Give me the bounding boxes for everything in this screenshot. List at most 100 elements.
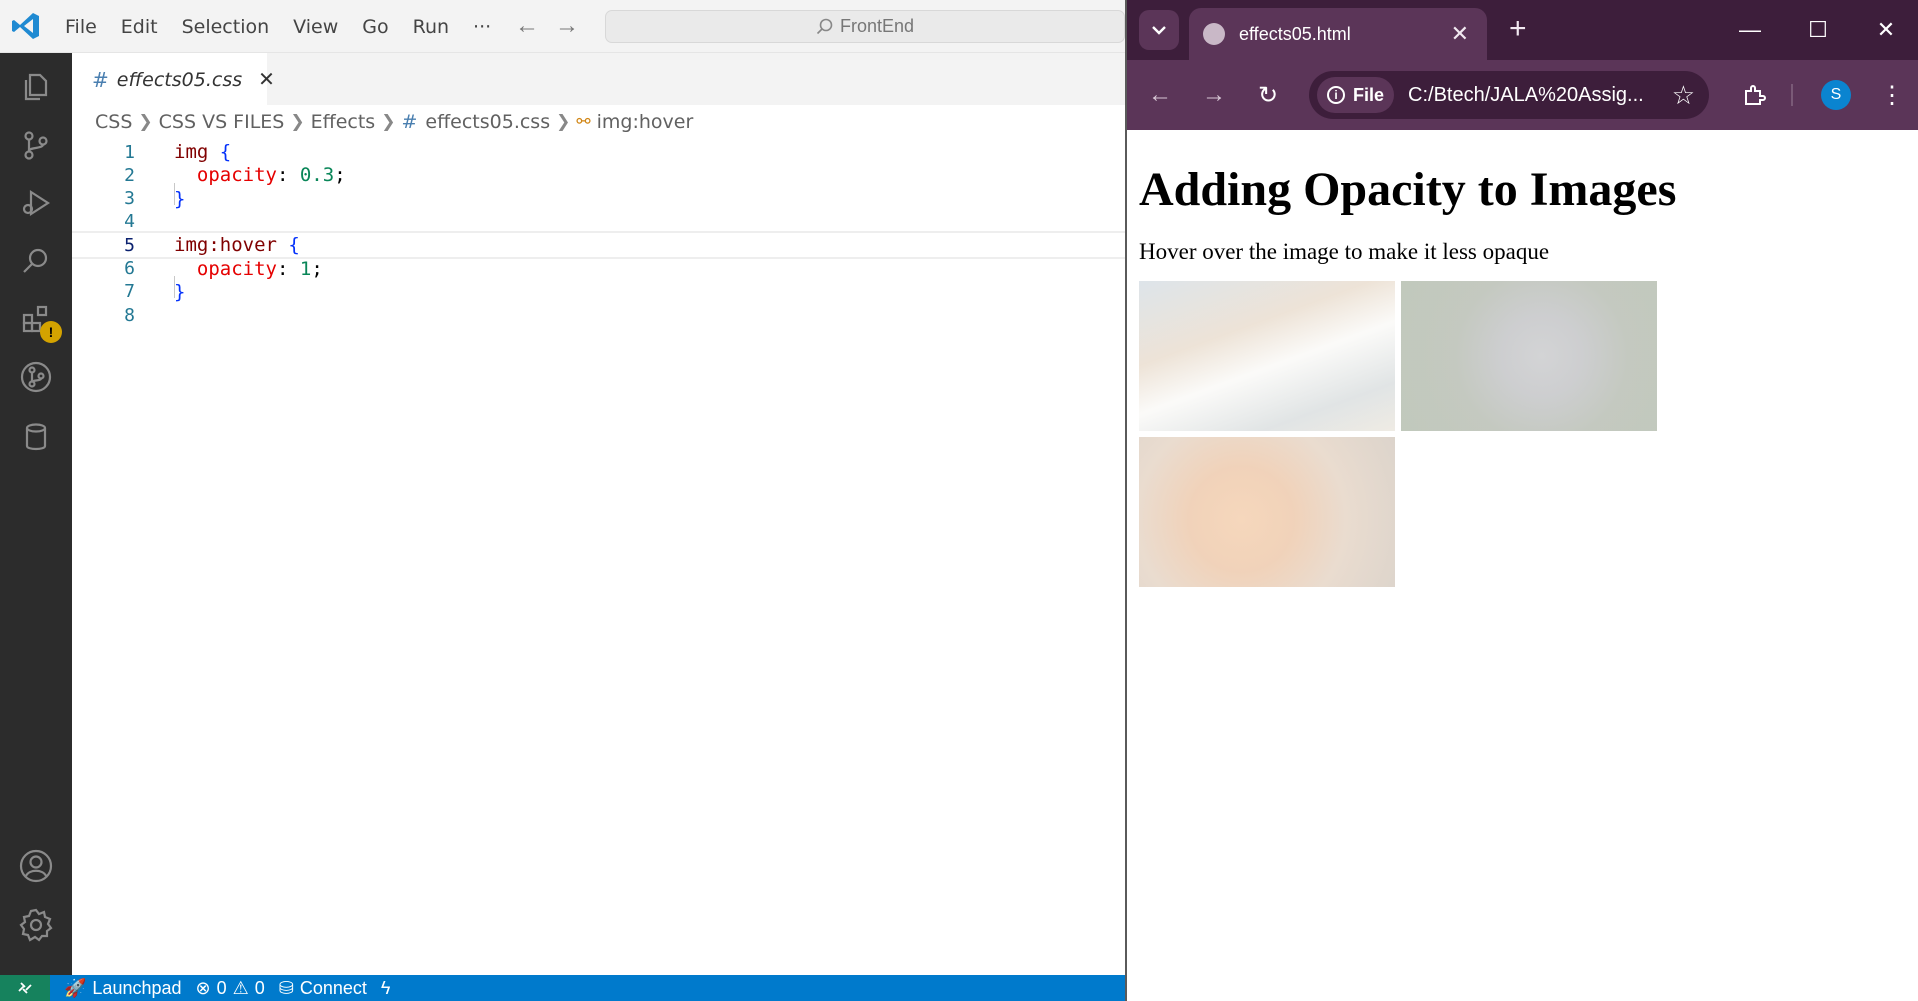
- close-window-icon[interactable]: ✕: [1852, 0, 1918, 60]
- forward-button-icon[interactable]: →: [1197, 78, 1231, 112]
- line-number: 6: [124, 258, 135, 279]
- tab-close-icon[interactable]: ✕: [1451, 21, 1469, 47]
- browser-tab-title: effects05.html: [1239, 23, 1351, 44]
- menu-item[interactable]: Selection: [170, 16, 282, 38]
- address-bar[interactable]: i File C:/Btech/JALA%20Assig... ☆: [1309, 71, 1709, 119]
- breadcrumb-item[interactable]: img:hover: [597, 111, 694, 133]
- remote-indicator[interactable]: [0, 975, 50, 1001]
- menu-item[interactable]: ···: [461, 16, 503, 38]
- reload-icon[interactable]: ↻: [1251, 78, 1285, 112]
- command-center-label: FrontEnd: [839, 16, 915, 36]
- line-number: 1: [124, 141, 135, 163]
- code-token: {: [219, 141, 232, 163]
- code-token: img: [174, 141, 209, 163]
- chevron-right-icon: ❯: [290, 112, 305, 132]
- extensions-puzzle-icon[interactable]: [1737, 78, 1771, 112]
- connect-status[interactable]: ⛁ Connect: [279, 978, 367, 999]
- tab-search-button[interactable]: [1139, 10, 1179, 50]
- connect-label: Connect: [299, 977, 367, 998]
- desktop: File Edit Selection View Go Run ··· ← → FrontE…: [0, 0, 1918, 1001]
- account-icon[interactable]: [14, 844, 58, 888]
- menu-item[interactable]: View: [281, 16, 350, 38]
- back-button-icon[interactable]: ←: [1143, 78, 1177, 112]
- error-icon: ⊗: [195, 977, 211, 998]
- lightning-icon: ϟ: [380, 977, 391, 998]
- menu-item[interactable]: Run: [401, 16, 461, 38]
- code-token: }: [174, 280, 186, 303]
- web-page-content: Adding Opacity to Images Hover over the …: [1139, 130, 1899, 587]
- warning-badge-icon: !: [40, 321, 62, 343]
- toolbar-divider: [1791, 84, 1793, 106]
- chevron-right-icon: ❯: [556, 112, 571, 132]
- line-number: 4: [124, 211, 135, 233]
- profile-avatar[interactable]: S: [1821, 80, 1851, 110]
- menu-item[interactable]: Go: [350, 16, 400, 38]
- minimize-icon[interactable]: —: [1716, 0, 1784, 60]
- explorer-icon[interactable]: [14, 65, 58, 109]
- code-text: }: [174, 188, 185, 210]
- code-text: opacity: 1;: [174, 258, 323, 280]
- code-line[interactable]: 8: [72, 301, 1125, 329]
- breadcrumb-item[interactable]: CSS: [95, 111, 132, 133]
- editor-tab-bar: # effects05.css ✕: [72, 53, 1125, 105]
- command-center-search[interactable]: FrontEnd: [605, 10, 1125, 43]
- code-token: opacity: [196, 164, 277, 187]
- css-selector-icon: ⚯: [576, 112, 591, 132]
- line-number: 2: [124, 164, 135, 186]
- chrome-window: effects05.html ✕ + — ☐ ✕ ← → ↻ i File C:…: [1125, 0, 1918, 1001]
- chevron-down-icon: [1152, 26, 1166, 35]
- problems-status[interactable]: ⊗ 0 ⚠ 0: [196, 978, 265, 999]
- database-icon[interactable]: [14, 415, 58, 459]
- bookmark-star-icon[interactable]: ☆: [1672, 80, 1695, 111]
- site-info-chip[interactable]: i File: [1317, 77, 1395, 113]
- code-editor[interactable]: 1 img {2 opacity: 0.3; 3} 4 5 img:hover {6 op…: [72, 138, 1125, 975]
- maximize-icon[interactable]: ☐: [1784, 0, 1852, 60]
- breadcrumb-item[interactable]: effects05.css: [425, 111, 550, 133]
- more-menu-icon[interactable]: ⋮: [1875, 78, 1909, 112]
- launchpad-label: Launchpad: [92, 977, 182, 998]
- tab-label: effects05.css: [116, 68, 243, 91]
- search-sidebar-icon[interactable]: [14, 239, 58, 283]
- line-number: 8: [124, 304, 135, 326]
- new-tab-button[interactable]: +: [1509, 12, 1527, 46]
- code-token: 0.3: [299, 164, 335, 187]
- url-text[interactable]: C:/Btech/JALA%20Assig...: [1408, 84, 1648, 107]
- settings-gear-icon[interactable]: [14, 903, 58, 947]
- breadcrumb-item[interactable]: CSS VS FILES: [159, 111, 285, 133]
- cat-image-calico[interactable]: [1139, 281, 1395, 431]
- launchpad-status[interactable]: 🚀 Launchpad: [64, 978, 182, 999]
- database-status-icon: ⛁: [278, 977, 294, 998]
- code-text: img {: [174, 141, 231, 163]
- code-text: img:hover {: [174, 234, 300, 256]
- breadcrumb-item[interactable]: Effects: [311, 111, 376, 133]
- page-paragraph: Hover over the image to make it less opa…: [1139, 239, 1550, 264]
- image-gallery: [1139, 281, 1679, 587]
- run-debug-icon[interactable]: [14, 181, 58, 225]
- code-token: :: [276, 257, 300, 280]
- menu-item[interactable]: Edit: [109, 16, 170, 38]
- warning-count: 0: [254, 977, 265, 998]
- code-text: }: [174, 281, 185, 303]
- code-token: }: [174, 187, 186, 210]
- cat-image-gray[interactable]: [1401, 281, 1657, 431]
- cat-image-orange[interactable]: [1139, 437, 1395, 587]
- breadcrumb: CSS ❯ CSS VS FILES ❯ Effects ❯ # effects…: [95, 108, 693, 136]
- code-token: img:hover: [174, 234, 277, 257]
- browser-tab[interactable]: effects05.html ✕: [1189, 8, 1487, 60]
- editor-tab-effects05-css[interactable]: # effects05.css ✕: [72, 53, 275, 105]
- status-bar: 🚀 Launchpad ⊗ 0 ⚠ 0 ⛁ Connect ϟ: [0, 975, 1125, 1001]
- window-controls: — ☐ ✕: [1716, 0, 1918, 60]
- forward-arrow-icon[interactable]: →: [555, 12, 579, 40]
- extensions-icon[interactable]: !: [14, 297, 62, 343]
- git-graph-icon[interactable]: [14, 355, 58, 399]
- tab-close-icon[interactable]: ✕: [258, 67, 275, 92]
- source-control-icon[interactable]: [14, 123, 58, 167]
- chevron-right-icon: ❯: [381, 112, 396, 132]
- lightning-status[interactable]: ϟ: [381, 978, 391, 999]
- menu-item[interactable]: File: [53, 16, 109, 38]
- back-arrow-icon[interactable]: ←: [515, 12, 539, 40]
- error-count: 0: [216, 977, 227, 998]
- warning-icon: ⚠: [232, 977, 249, 998]
